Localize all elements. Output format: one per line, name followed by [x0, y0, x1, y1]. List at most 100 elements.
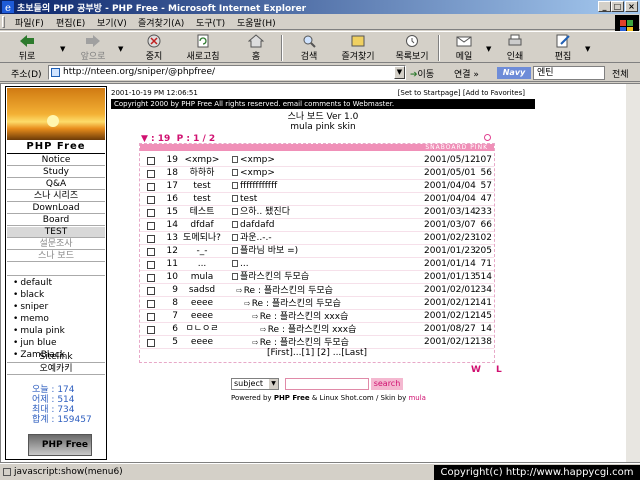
table-row[interactable]: 6 ㅁㄴㅇㄹ ⇨Re : 플라스킨의 xxx습 2001/08/27 14 — [140, 323, 494, 336]
skin-memo[interactable]: memo — [13, 314, 49, 325]
row-subject[interactable]: 플라님 바보 =) — [232, 245, 298, 258]
table-row[interactable]: 7 eeee ⇨Re : 플라스킨의 xxx습 2001/02/12 145 — [140, 310, 494, 323]
minimize-button[interactable]: _ — [598, 1, 611, 12]
row-author[interactable]: test — [182, 180, 222, 193]
nav-board[interactable]: Board — [7, 215, 105, 226]
nav-study[interactable]: Study — [7, 167, 105, 178]
powered-brand[interactable]: PHP Free — [274, 394, 310, 402]
table-row[interactable]: 8 eeee ⇨Re : 플라스킨의 두모습 2001/02/12 141 — [140, 297, 494, 310]
home-button[interactable]: 홈 — [233, 34, 279, 62]
nav-series[interactable]: 스나 시리즈 — [7, 191, 105, 202]
go-button[interactable]: ➔이동 — [410, 67, 434, 80]
row-author[interactable]: eeee — [182, 310, 222, 323]
row-author[interactable]: mula — [182, 271, 222, 284]
nav-notice[interactable]: Notice — [7, 155, 105, 166]
back-button[interactable]: 뒤로 — [4, 34, 50, 62]
board-search-button[interactable]: search — [371, 378, 403, 390]
row-subject[interactable]: test — [232, 193, 257, 206]
row-author[interactable]: sadsd — [182, 284, 222, 297]
skin-sniper[interactable]: sniper — [13, 302, 48, 313]
skin-black[interactable]: black — [13, 290, 44, 301]
row-subject[interactable]: ⇨Re : 플라스킨의 두모습 — [236, 284, 333, 298]
table-row[interactable]: 9 sadsd ⇨Re : 플라스킨의 두모습 2001/02/01 234 — [140, 284, 494, 297]
skin-author[interactable]: mula — [408, 394, 426, 402]
row-subject[interactable]: ffffffffffff — [232, 180, 277, 193]
row-subject[interactable]: <xmp> — [232, 167, 275, 180]
table-row[interactable]: 16 test test 2001/04/04 47 — [140, 193, 494, 206]
table-row[interactable]: 17 test ffffffffffff 2001/04/04 57 — [140, 180, 494, 193]
search-button[interactable]: 검색 — [286, 34, 332, 62]
menu-help[interactable]: 도움말(H) — [237, 16, 276, 29]
navy-logo[interactable]: Navy — [497, 67, 531, 79]
skin-jun-blue[interactable]: jun blue — [13, 338, 56, 349]
nav-snaboard[interactable]: 스나 보드 — [7, 251, 105, 262]
edit-dropdown-icon[interactable]: ▼ — [585, 45, 590, 53]
favorites-button[interactable]: 즐겨찾기 — [335, 34, 381, 62]
circle-icon[interactable] — [484, 134, 491, 141]
table-row[interactable]: 14 dfdaf dafdafd 2001/03/07 66 — [140, 219, 494, 232]
row-subject[interactable]: <xmp> — [232, 154, 275, 167]
row-subject[interactable]: ⇨Re : 플라스킨의 두모습 — [244, 297, 341, 311]
search-field-select[interactable]: subject ▼ — [231, 378, 279, 390]
row-author[interactable]: 하하하 — [182, 167, 222, 180]
board-search-input[interactable] — [285, 378, 369, 390]
menu-edit[interactable]: 편집(E) — [56, 16, 85, 29]
close-button[interactable]: × — [625, 1, 638, 12]
row-author[interactable]: 도메되나? — [182, 232, 222, 245]
menu-file[interactable]: 파일(F) — [15, 16, 44, 29]
address-input[interactable]: http://nteen.org/sniper/@phpfree/ — [48, 65, 406, 80]
row-author[interactable]: <xmp> — [182, 154, 222, 167]
address-dropdown-icon[interactable]: ▼ — [394, 66, 405, 79]
row-subject[interactable]: ⇨Re : 플라스킨의 xxx습 — [252, 310, 348, 324]
table-row[interactable]: 19 <xmp> <xmp> 2001/05/12 107 — [140, 154, 494, 167]
back-dropdown-icon[interactable]: ▼ — [60, 45, 65, 53]
pagination[interactable]: [First]...[1] [2] ...[Last] — [140, 348, 494, 358]
nav-qna[interactable]: Q&A — [7, 179, 105, 190]
table-row[interactable]: 13 도메되나? 과운..-.- 2001/02/23 102 — [140, 232, 494, 245]
row-author[interactable]: ... — [182, 258, 222, 271]
table-row[interactable]: 15 테스트 으하.. 됐진다 2001/03/14 233 — [140, 206, 494, 219]
row-author[interactable]: -_- — [182, 245, 222, 258]
row-subject[interactable]: 과운..-.- — [232, 232, 272, 245]
skin-mula-pink[interactable]: mula pink — [13, 326, 64, 337]
row-subject[interactable]: ⇨Re : 플라스킨의 xxx습 — [260, 323, 356, 337]
table-row[interactable]: 18 하하하 <xmp> 2001/05/01 56 — [140, 167, 494, 180]
stop-button[interactable]: 중지 — [131, 34, 177, 62]
title-bar[interactable]: e 초보들의 PHP 공부방 - PHP Free - Microsoft In… — [0, 0, 640, 14]
nav-sitelink[interactable]: Sitelink — [7, 352, 105, 363]
forward-button[interactable]: 앞으로 — [70, 34, 116, 62]
table-row[interactable]: 12 -_- 플라님 바보 =) 2001/01/23 205 — [140, 245, 494, 258]
row-subject[interactable]: 으하.. 됐진다 — [232, 206, 290, 219]
skin-default[interactable]: default — [13, 278, 52, 289]
print-button[interactable]: 인쇄 — [492, 34, 538, 62]
row-subject[interactable]: dafdafd — [232, 219, 275, 232]
navy-all-button[interactable]: 전체 — [612, 67, 629, 80]
nav-poll[interactable]: 설문조사 — [7, 239, 105, 250]
links-button[interactable]: 연결 » — [454, 67, 479, 80]
navy-search-input[interactable]: 엔틴 — [533, 66, 605, 80]
menu-view[interactable]: 보기(V) — [97, 16, 127, 29]
row-author[interactable]: dfdaf — [182, 219, 222, 232]
nav-oekaki[interactable]: 오예카키 — [7, 364, 105, 375]
menu-tools[interactable]: 도구(T) — [196, 16, 225, 29]
write-list-icons[interactable]: W L — [471, 365, 508, 375]
table-row[interactable]: 11...... 2001/01/14 71 — [140, 258, 494, 271]
php-free-logo[interactable]: PHP Free — [28, 434, 92, 456]
row-author[interactable]: eeee — [182, 297, 222, 310]
history-button[interactable]: 목록보기 — [389, 34, 435, 62]
row-subject[interactable]: 플라스킨의 두모습 — [232, 271, 309, 284]
maximize-button[interactable]: □ — [611, 1, 624, 12]
mail-dropdown-icon[interactable]: ▼ — [486, 45, 491, 53]
forward-dropdown-icon[interactable]: ▼ — [118, 45, 123, 53]
refresh-button[interactable]: 새로고침 — [180, 34, 226, 62]
row-author[interactable]: test — [182, 193, 222, 206]
vertical-scrollbar[interactable] — [626, 84, 640, 462]
nav-download[interactable]: DownLoad — [7, 203, 105, 214]
row-subject[interactable]: ... — [232, 258, 249, 271]
row-author[interactable]: 테스트 — [182, 206, 222, 219]
startpage-favorites-links[interactable]: [Set to Startpage] [Add to Favorites] — [398, 89, 525, 97]
mail-button[interactable]: 메일 — [441, 34, 487, 62]
table-row[interactable]: 10 mula 플라스킨의 두모습 2001/01/13 514 — [140, 271, 494, 284]
menu-favorites[interactable]: 즐겨찾기(A) — [138, 16, 184, 29]
row-author[interactable]: ㅁㄴㅇㄹ — [182, 323, 222, 336]
